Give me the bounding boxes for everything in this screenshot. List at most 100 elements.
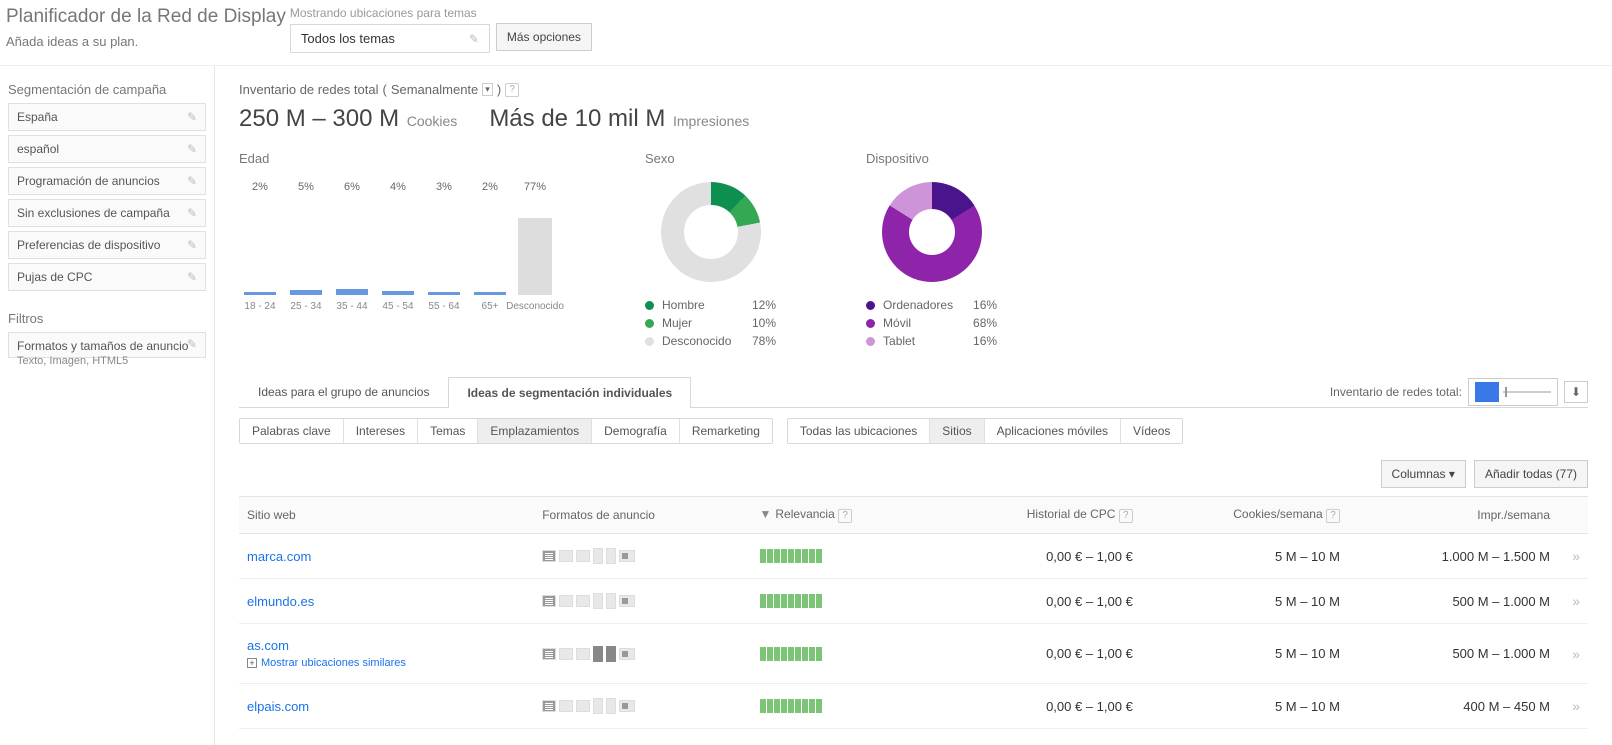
format-icon [576,550,590,562]
columns-button[interactable]: Columnas ▾ [1381,460,1466,488]
age-bar-25 - 34: 5%25 - 34 [285,181,327,312]
sidebar-item[interactable]: Sin exclusiones de campaña✎ [8,199,206,227]
pill[interactable]: Palabras clave [240,419,344,443]
download-button[interactable]: ⬇ [1564,381,1588,403]
col-imps[interactable]: Impr./semana [1348,497,1558,534]
format-icon [593,646,603,662]
cookies-cell: 5 M – 10 M [1141,579,1348,624]
pill[interactable]: Remarketing [680,419,772,443]
relevance-bar [760,594,927,608]
format-icon [619,700,635,712]
help-icon[interactable]: ? [1119,509,1133,523]
charts-row: Edad 2%18 - 245%25 - 346%35 - 444%45 - 5… [239,151,1588,352]
expand-row-button[interactable]: » [1572,646,1580,662]
main-content: Inventario de redes total (Semanalmente … [215,66,1612,745]
format-icon [606,593,616,609]
pencil-icon: ✎ [187,206,197,220]
chevron-down-icon: ▾ [1449,467,1455,481]
sidebar-heading-segmentation: Segmentación de campaña [8,82,206,97]
format-icons [542,593,743,609]
pill[interactable]: Vídeos [1121,419,1182,443]
pill[interactable]: Emplazamientos [478,419,592,443]
pill[interactable]: Aplicaciones móviles [985,419,1121,443]
age-bar-65+: 2%65+ [469,181,511,312]
age-bar-45 - 54: 4%45 - 54 [377,181,419,312]
metrics-row: 250 M – 300 M Cookies Más de 10 mil M Im… [239,105,1588,133]
inventory-total-label: Inventario de redes total: [1330,385,1462,399]
pill[interactable]: Temas [418,419,478,443]
chevron-down-icon[interactable]: ▾ [482,83,493,96]
legend-row: Mujer10% [645,316,776,330]
col-cookies[interactable]: Cookies/semana ? [1141,497,1348,534]
inventory-header: Inventario de redes total (Semanalmente … [239,82,1588,97]
inventory-period[interactable]: Semanalmente [391,82,478,97]
age-chart-title: Edad [239,151,555,166]
show-similar-link[interactable]: +Mostrar ubicaciones similares [247,657,526,669]
tabs: Ideas para el grupo de anunciosIdeas de … [239,376,1588,408]
sidebar-filter-formats[interactable]: Formatos y tamaños de anuncio Texto, Ima… [8,332,206,358]
format-icon [576,648,590,660]
cookies-cell: 5 M – 10 M [1141,624,1348,684]
legend-row: Ordenadores16% [866,298,997,312]
topic-value: Todos los temas [301,31,395,46]
help-icon[interactable]: ? [838,509,852,523]
sidebar-item[interactable]: Pujas de CPC✎ [8,263,206,291]
format-icon [542,595,556,607]
cookies-value: 250 M – 300 M [239,105,399,132]
format-icon [593,593,603,609]
col-cpc[interactable]: Historial de CPC ? [935,497,1141,534]
site-link[interactable]: elpais.com [247,699,309,714]
more-options-button[interactable]: Más opciones [496,23,592,51]
inventory-slider[interactable] [1468,378,1558,406]
help-icon[interactable]: ? [1326,509,1340,523]
format-icon [542,648,556,660]
legend-row: Desconocido78% [645,334,776,348]
site-link[interactable]: as.com [247,638,289,653]
sidebar-item[interactable]: Programación de anuncios✎ [8,167,206,195]
pencil-icon: ✎ [469,32,479,46]
tab[interactable]: Ideas de segmentación individuales [448,377,691,408]
pill[interactable]: Todas las ubicaciones [788,419,930,443]
page-subtitle: Añada ideas a su plan. [6,34,286,49]
pill[interactable]: Intereses [344,419,418,443]
cookies-cell: 5 M – 10 M [1141,684,1348,729]
device-chart: Dispositivo Ordenadores16%Móvil68%Tablet… [866,151,997,352]
pill[interactable]: Sitios [930,419,984,443]
help-icon[interactable]: ? [505,83,519,97]
device-donut [882,182,982,282]
topic-label: Mostrando ubicaciones para temas [290,6,592,20]
format-icon [576,700,590,712]
expand-row-button[interactable]: » [1572,593,1580,609]
relevance-bar [760,549,927,563]
sidebar-item[interactable]: Preferencias de dispositivo✎ [8,231,206,259]
site-link[interactable]: elmundo.es [247,594,314,609]
inventory-label: Inventario de redes total [239,82,378,97]
pencil-icon: ✎ [187,174,197,188]
col-relevance[interactable]: ▼Relevancia ? [752,497,935,534]
age-bar-18 - 24: 2%18 - 24 [239,181,281,312]
pencil-icon: ✎ [187,142,197,156]
format-icon [619,595,635,607]
format-icon [542,550,556,562]
pencil-icon: ✎ [187,270,197,284]
relevance-bar [760,699,927,713]
col-site[interactable]: Sitio web [239,497,534,534]
sort-desc-icon: ▼ [760,507,772,521]
plus-icon: + [247,658,257,668]
format-icon [619,648,635,660]
col-formats[interactable]: Formatos de anuncio [534,497,751,534]
topic-select[interactable]: Todos los temas ✎ [290,24,490,53]
expand-row-button[interactable]: » [1572,548,1580,564]
sidebar-item[interactable]: español✎ [8,135,206,163]
tab[interactable]: Ideas para el grupo de anuncios [239,376,448,407]
cookies-cell: 5 M – 10 M [1141,534,1348,579]
legend-row: Móvil68% [866,316,997,330]
pill[interactable]: Demografía [592,419,680,443]
age-chart: Edad 2%18 - 245%25 - 346%35 - 444%45 - 5… [239,151,555,352]
age-bar-35 - 44: 6%35 - 44 [331,181,373,312]
placements-table: Sitio web Formatos de anuncio ▼Relevanci… [239,496,1588,729]
site-link[interactable]: marca.com [247,549,311,564]
imps-cell: 1.000 M – 1.500 M [1348,534,1558,579]
sidebar-item[interactable]: España✎ [8,103,206,131]
add-all-button[interactable]: Añadir todas (77) [1474,460,1588,488]
